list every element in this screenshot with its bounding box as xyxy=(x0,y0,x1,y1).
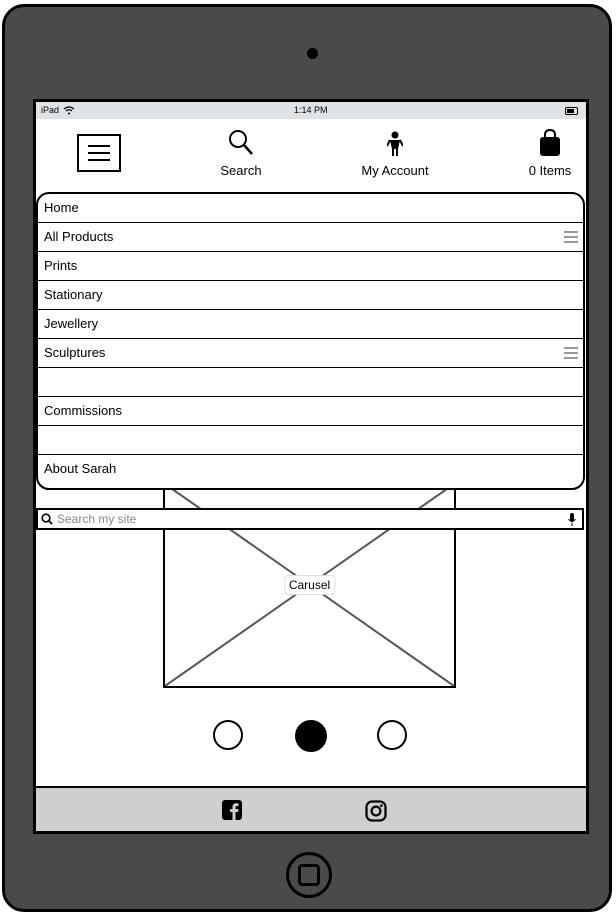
search-icon xyxy=(41,513,53,525)
carousel-label: Carusel xyxy=(283,575,336,595)
nav-menu: Home All Products Prints Stationary Jewe… xyxy=(36,192,585,490)
site-search-bar xyxy=(36,508,584,530)
camera xyxy=(307,48,318,59)
cart-button[interactable]: 0 Items xyxy=(524,127,576,178)
carousel-dot-2-active[interactable] xyxy=(295,720,327,752)
menu-item-all-products[interactable]: All Products xyxy=(38,223,583,252)
cart-label: 0 Items xyxy=(528,163,572,178)
carousel-dot-1[interactable] xyxy=(213,720,243,750)
instagram-icon[interactable] xyxy=(365,800,387,822)
ipad-frame: iPad 1:14 PM Search My Account 0 Items C… xyxy=(2,4,612,912)
carousel-dot-3[interactable] xyxy=(377,720,407,750)
menu-item-empty[interactable] xyxy=(38,426,583,455)
microphone-icon[interactable] xyxy=(568,513,576,526)
drag-handle-icon[interactable] xyxy=(564,347,578,362)
footer xyxy=(36,786,586,831)
account-label: My Account xyxy=(361,163,429,178)
status-time: 1:14 PM xyxy=(294,105,328,115)
shopping-bag-icon xyxy=(540,129,560,156)
search-label: Search xyxy=(220,163,262,178)
facebook-icon[interactable] xyxy=(222,800,242,820)
menu-item-home[interactable]: Home xyxy=(38,194,583,223)
menu-item-commissions[interactable]: Commissions xyxy=(38,397,583,426)
menu-item-empty[interactable] xyxy=(38,368,583,397)
my-account-button[interactable]: My Account xyxy=(358,127,432,178)
home-button[interactable] xyxy=(286,852,332,898)
search-button[interactable]: Search xyxy=(219,127,263,178)
menu-item-prints[interactable]: Prints xyxy=(38,252,583,281)
device-name: iPad xyxy=(41,105,60,115)
battery-icon xyxy=(565,107,578,115)
menu-item-stationary[interactable]: Stationary xyxy=(38,281,583,310)
site-header: Search My Account 0 Items xyxy=(36,119,586,194)
wifi-icon xyxy=(63,105,75,114)
status-bar: iPad 1:14 PM xyxy=(36,102,586,119)
menu-icon[interactable] xyxy=(77,134,121,172)
carousel-indicators xyxy=(36,720,586,754)
menu-item-about-sarah[interactable]: About Sarah xyxy=(38,455,583,484)
menu-item-jewellery[interactable]: Jewellery xyxy=(38,310,583,339)
person-icon xyxy=(387,131,403,156)
menu-item-sculptures[interactable]: Sculptures xyxy=(38,339,583,368)
screen: iPad 1:14 PM Search My Account 0 Items C… xyxy=(33,99,589,834)
drag-handle-icon[interactable] xyxy=(564,231,578,246)
search-icon xyxy=(229,130,253,155)
search-input[interactable] xyxy=(57,511,557,527)
